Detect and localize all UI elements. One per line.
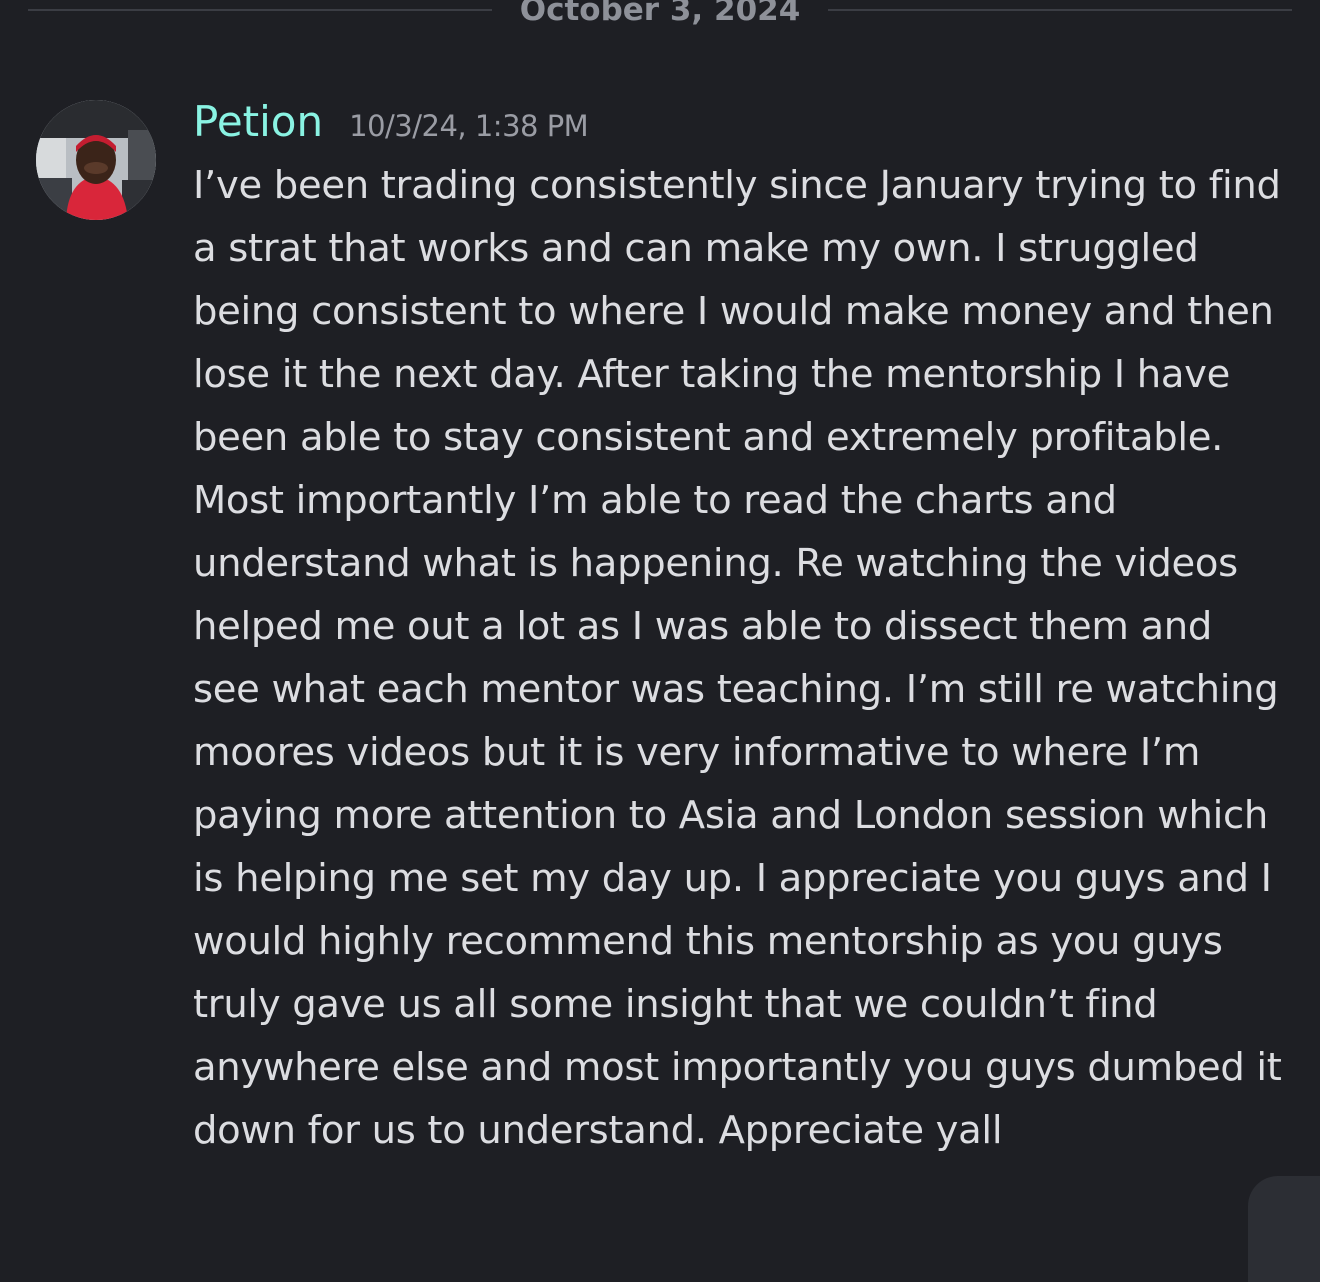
avatar-photo-icon	[36, 100, 156, 220]
user-avatar[interactable]	[36, 100, 156, 220]
scroll-jump-button[interactable]	[1248, 1176, 1320, 1282]
divider-line-right	[828, 9, 1292, 11]
message-timestamp: 10/3/24, 1:38 PM	[349, 109, 589, 143]
message-header: Petion 10/3/24, 1:38 PM	[193, 98, 1288, 146]
message-text: I’ve been trading consistently since Jan…	[193, 163, 1282, 1153]
date-divider-label: October 3, 2024	[519, 0, 801, 28]
divider-line-left	[28, 9, 492, 11]
date-divider: October 3, 2024	[28, 0, 1292, 30]
chat-screen: October 3, 2024 Petion 10/3/24, 1:38 PM	[0, 0, 1320, 1282]
message-body: Petion 10/3/24, 1:38 PM I’ve been tradin…	[193, 98, 1288, 1162]
author-username[interactable]: Petion	[193, 98, 323, 146]
